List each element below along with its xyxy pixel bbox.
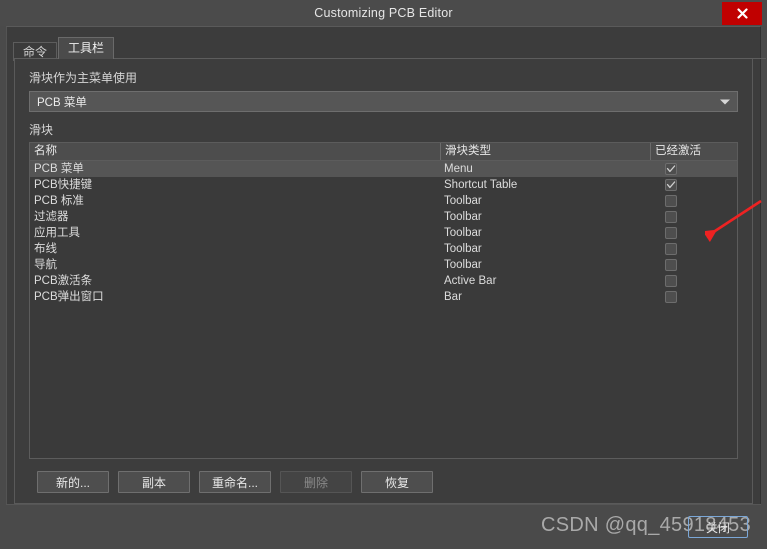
- window-title: Customizing PCB Editor: [314, 6, 453, 20]
- table-row[interactable]: 导航 Toolbar: [30, 257, 737, 273]
- dialog-footer: CSDN @qq_45918453 关闭: [6, 504, 761, 549]
- table-row[interactable]: 过滤器 Toolbar: [30, 209, 737, 225]
- cell-name: 布线: [34, 243, 57, 255]
- column-header-active[interactable]: 已经激活: [650, 143, 737, 160]
- table-row[interactable]: 布线 Toolbar: [30, 241, 737, 257]
- checkbox-unchecked[interactable]: [664, 291, 677, 303]
- cell-type: Toolbar: [444, 259, 482, 271]
- sliders-table: 名称 滑块类型 已经激活 PCB 菜单 Menu PCB快捷键 Shortcut Ta…: [29, 142, 738, 459]
- table-row[interactable]: PCB 菜单 Menu: [30, 161, 737, 177]
- cell-name: PCB 菜单: [34, 163, 84, 175]
- cell-name: PCB快捷键: [34, 179, 93, 191]
- tab-commands-label: 命令: [23, 45, 48, 59]
- cell-type: Active Bar: [444, 275, 497, 287]
- checkbox-unchecked[interactable]: [664, 195, 677, 207]
- table-row[interactable]: PCB弹出窗口 Bar: [30, 289, 737, 305]
- action-button-label: 副本: [141, 475, 166, 490]
- cell-active: [650, 163, 737, 175]
- title-bar: Customizing PCB Editor: [0, 0, 767, 26]
- table-body: PCB 菜单 Menu PCB快捷键 Shortcut Table PCB 标准 Tool…: [30, 161, 737, 458]
- cell-active: [650, 227, 737, 239]
- close-dialog-button-label: 关闭: [705, 520, 730, 535]
- tab-toolbars-label: 工具栏: [68, 41, 105, 55]
- cell-type: Toolbar: [444, 243, 482, 255]
- action-button-3: 删除: [280, 471, 352, 493]
- check-icon: [666, 181, 675, 189]
- tab-toolbars[interactable]: 工具栏: [58, 37, 115, 59]
- action-button-0[interactable]: 新的...: [37, 471, 109, 493]
- cell-active: [650, 291, 737, 303]
- cell-type: Shortcut Table: [444, 179, 518, 191]
- cell-name: PCB激活条: [34, 275, 93, 287]
- cell-type: Bar: [444, 291, 462, 303]
- cell-name: PCB 标准: [34, 195, 84, 207]
- action-button-label: 恢复: [384, 475, 409, 490]
- checkbox-unchecked[interactable]: [664, 259, 677, 271]
- checkbox-unchecked[interactable]: [664, 243, 677, 255]
- cell-active: [650, 259, 737, 271]
- table-row[interactable]: 应用工具 Toolbar: [30, 225, 737, 241]
- cell-type: Toolbar: [444, 195, 482, 207]
- checkbox-unchecked[interactable]: [664, 227, 677, 239]
- cell-name: 导航: [34, 259, 57, 271]
- action-button-1[interactable]: 副本: [118, 471, 190, 493]
- cell-type: Toolbar: [444, 227, 482, 239]
- table-row[interactable]: PCB快捷键 Shortcut Table: [30, 177, 737, 193]
- table-row[interactable]: PCB激活条 Active Bar: [30, 273, 737, 289]
- cell-name: PCB弹出窗口: [34, 291, 104, 303]
- checkbox-unchecked[interactable]: [664, 275, 677, 287]
- cell-active: [650, 243, 737, 255]
- action-button-4[interactable]: 恢复: [361, 471, 433, 493]
- checkbox-checked[interactable]: [664, 163, 677, 175]
- dialog-body: 命令 工具栏 滑块作为主菜单使用 PCB 菜单 滑块 名称 滑块类型 已经激活: [6, 26, 766, 504]
- table-row[interactable]: PCB 标准 Toolbar: [30, 193, 737, 209]
- main-menu-combobox[interactable]: PCB 菜单: [29, 91, 738, 112]
- cell-active: [650, 195, 737, 207]
- cell-active: [650, 179, 737, 191]
- checkbox-checked[interactable]: [664, 179, 677, 191]
- action-button-label: 重命名...: [211, 475, 258, 490]
- column-header-name[interactable]: 名称: [30, 143, 440, 160]
- window-close-button[interactable]: [722, 2, 762, 25]
- table-header-row: 名称 滑块类型 已经激活: [30, 143, 737, 161]
- close-dialog-button[interactable]: 关闭: [688, 516, 748, 538]
- action-button-row: 新的... 副本 重命名... 删除 恢复: [29, 471, 738, 503]
- cell-active: [650, 211, 737, 223]
- tab-bar: 命令 工具栏: [13, 35, 766, 61]
- slider-as-main-menu-label: 滑块作为主菜单使用: [29, 71, 138, 85]
- action-button-label: 删除: [303, 475, 328, 490]
- toolbars-panel: 滑块作为主菜单使用 PCB 菜单 滑块 名称 滑块类型 已经激活 PCB 菜单 M…: [14, 59, 762, 504]
- checkbox-unchecked[interactable]: [664, 211, 677, 223]
- close-icon: [736, 8, 748, 19]
- cell-name: 应用工具: [34, 227, 80, 239]
- cell-active: [650, 275, 737, 287]
- cell-type: Toolbar: [444, 211, 482, 223]
- action-button-label: 新的...: [55, 475, 90, 490]
- column-header-type[interactable]: 滑块类型: [440, 143, 650, 160]
- action-button-2[interactable]: 重命名...: [199, 471, 271, 493]
- main-menu-combobox-value: PCB 菜单: [37, 96, 87, 109]
- cell-type: Menu: [444, 163, 473, 175]
- cell-name: 过滤器: [34, 211, 69, 223]
- check-icon: [666, 165, 675, 173]
- slider-section-label: 滑块: [29, 123, 54, 137]
- customizing-pcb-editor-dialog: Customizing PCB Editor 命令 工具栏 滑块作为主菜单使用: [0, 0, 767, 549]
- chevron-down-icon: [720, 99, 730, 104]
